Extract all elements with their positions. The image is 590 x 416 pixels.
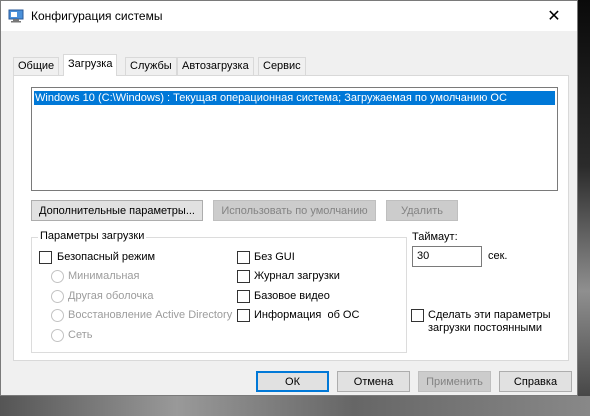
title-bar: Конфигурация системы ✕ bbox=[1, 1, 577, 31]
alternate-shell-label: Другая оболочка bbox=[68, 290, 154, 302]
boot-log-checkbox[interactable] bbox=[237, 270, 250, 283]
boot-os-list[interactable]: Windows 10 (C:\Windows) : Текущая операц… bbox=[31, 87, 558, 191]
close-icon: ✕ bbox=[547, 8, 561, 25]
tab-label: Автозагрузка bbox=[182, 60, 249, 72]
tab-label: Загрузка bbox=[68, 58, 113, 70]
button-label: ОК bbox=[285, 375, 300, 388]
delete-button[interactable]: Удалить bbox=[386, 200, 458, 221]
ok-button[interactable]: ОК bbox=[256, 371, 329, 392]
safe-boot-label: Безопасный режим bbox=[57, 251, 156, 263]
desktop-background-right bbox=[578, 0, 590, 416]
make-permanent-label-line2: загрузки постоянными bbox=[428, 322, 543, 334]
alternate-shell-radio[interactable] bbox=[51, 290, 64, 303]
button-label: Удалить bbox=[401, 204, 443, 217]
tab-label: Сервис bbox=[263, 60, 301, 72]
minimal-radio[interactable] bbox=[51, 270, 64, 283]
apply-button[interactable]: Применить bbox=[418, 371, 491, 392]
boot-options-legend: Параметры загрузки bbox=[38, 230, 147, 242]
list-item[interactable]: Windows 10 (C:\Windows) : Текущая операц… bbox=[34, 91, 555, 105]
tab-label: Общие bbox=[18, 60, 55, 72]
advanced-options-button[interactable]: Дополнительные параметры... bbox=[31, 200, 203, 221]
button-label: Отмена bbox=[353, 375, 394, 388]
close-button[interactable]: ✕ bbox=[531, 1, 577, 31]
window-title: Конфигурация системы bbox=[31, 9, 163, 23]
button-label: Применить bbox=[426, 375, 483, 388]
minimal-label: Минимальная bbox=[68, 270, 140, 282]
desktop-background-bottom bbox=[0, 396, 590, 416]
make-permanent-checkbox[interactable] bbox=[411, 309, 424, 322]
boot-log-label: Журнал загрузки bbox=[254, 270, 340, 282]
cancel-button[interactable]: Отмена bbox=[337, 371, 410, 392]
msconfig-app-icon bbox=[8, 9, 24, 23]
no-gui-label: Без GUI bbox=[254, 251, 295, 263]
tab-general[interactable]: Общие bbox=[13, 57, 60, 75]
timeout-label: Таймаут: bbox=[412, 231, 458, 243]
base-video-checkbox[interactable] bbox=[237, 290, 250, 303]
ad-repair-label: Восстановление Active Directory bbox=[68, 309, 233, 321]
tab-label: Службы bbox=[130, 60, 172, 72]
tab-services[interactable]: Службы bbox=[125, 57, 177, 75]
button-label: Использовать по умолчанию bbox=[221, 204, 368, 217]
base-video-label: Базовое видео bbox=[254, 290, 330, 302]
timeout-value: 30 bbox=[417, 250, 430, 262]
os-boot-info-checkbox[interactable] bbox=[237, 309, 250, 322]
tab-tools[interactable]: Сервис bbox=[258, 57, 306, 75]
tab-boot[interactable]: Загрузка bbox=[63, 54, 118, 76]
button-label: Справка bbox=[513, 375, 558, 388]
timeout-input[interactable]: 30 bbox=[412, 246, 482, 267]
system-config-window: Конфигурация системы ✕ Общие Загрузка Сл… bbox=[0, 0, 578, 396]
os-boot-info-label: Информация об ОС bbox=[254, 309, 360, 321]
make-permanent-label-line1: Сделать эти параметры bbox=[428, 309, 551, 321]
help-button[interactable]: Справка bbox=[499, 371, 572, 392]
set-default-button[interactable]: Использовать по умолчанию bbox=[213, 200, 376, 221]
safe-boot-checkbox[interactable] bbox=[39, 251, 52, 264]
network-radio[interactable] bbox=[51, 329, 64, 342]
ad-repair-radio[interactable] bbox=[51, 309, 64, 322]
timeout-unit: сек. bbox=[488, 250, 508, 262]
button-label: Дополнительные параметры... bbox=[39, 204, 195, 217]
tab-startup[interactable]: Автозагрузка bbox=[177, 57, 254, 75]
no-gui-checkbox[interactable] bbox=[237, 251, 250, 264]
network-label: Сеть bbox=[68, 329, 93, 341]
